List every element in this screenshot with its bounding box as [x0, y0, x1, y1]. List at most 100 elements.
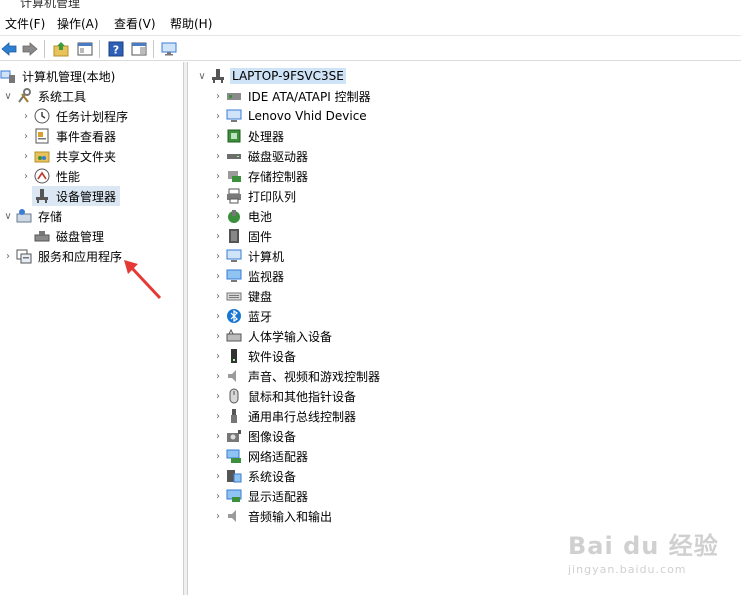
back-icon[interactable] [0, 40, 18, 58]
chevron-right-icon[interactable]: › [20, 146, 32, 166]
device-category-label: 鼠标和其他指针设备 [248, 389, 357, 404]
annotation-arrow [124, 260, 162, 300]
chevron-right-icon[interactable]: › [212, 126, 224, 146]
chevron-right-icon[interactable]: › [20, 166, 32, 186]
device-category-label: 音频输入和输出 [248, 509, 333, 524]
tree-event-viewer[interactable]: › 事件查看器 [20, 126, 118, 146]
title-bar: 计算机管理 [0, 0, 741, 8]
chevron-right-icon[interactable]: › [212, 466, 224, 486]
device-category[interactable]: › 鼠标和其他指针设备 [212, 386, 358, 406]
chevron-right-icon[interactable]: › [20, 106, 32, 126]
up-folder-icon[interactable] [52, 40, 70, 58]
menu-help[interactable]: 帮助(H) [170, 15, 212, 32]
chevron-right-icon[interactable]: › [212, 306, 224, 326]
device-category[interactable]: › 声音、视频和游戏控制器 [212, 366, 382, 386]
device-category-label: 键盘 [248, 289, 273, 304]
device-category[interactable]: › 键盘 [212, 286, 274, 306]
device-category-label: 处理器 [248, 129, 285, 144]
tree-root[interactable]: 计算机管理(本地) [0, 66, 117, 86]
device-category[interactable]: › 软件设备 [212, 346, 298, 366]
device-category[interactable]: › 蓝牙 [212, 306, 274, 326]
usb-icon [226, 408, 242, 424]
chevron-right-icon[interactable]: › [212, 246, 224, 266]
device-category[interactable]: › IDE ATA/ATAPI 控制器 [212, 86, 373, 106]
chevron-right-icon[interactable]: › [212, 446, 224, 466]
chevron-right-icon[interactable]: › [212, 226, 224, 246]
monitor-icon[interactable] [160, 40, 178, 58]
view-icon[interactable] [130, 40, 148, 58]
tree-task-scheduler[interactable]: › 任务计划程序 [20, 106, 130, 126]
toolbar: ? [0, 35, 741, 61]
device-category[interactable]: › 存储控制器 [212, 166, 310, 186]
device-category[interactable]: › 监视器 [212, 266, 286, 286]
device-category[interactable]: › 通用串行总线控制器 [212, 406, 358, 426]
tools-icon [16, 88, 32, 104]
device-category-label: 图像设备 [248, 429, 297, 444]
tree-system-tools[interactable]: ∨ 系统工具 [2, 86, 88, 106]
chevron-right-icon[interactable]: › [20, 126, 32, 146]
device-category[interactable]: › 磁盘驱动器 [212, 146, 310, 166]
disk-drive-icon [226, 148, 242, 164]
device-category[interactable]: › 图像设备 [212, 426, 298, 446]
watermark-main: Bai du 经验 [568, 532, 719, 560]
device-category-label: 计算机 [248, 249, 285, 264]
human-input-icon [226, 328, 242, 344]
chevron-down-icon[interactable]: ∨ [196, 66, 208, 86]
baidu-jingyan-watermark: Bai du 经验 jingyan.baidu.com [568, 526, 728, 580]
chevron-down-icon[interactable]: ∨ [2, 86, 14, 106]
tree-disk-management-label: 磁盘管理 [56, 229, 105, 244]
tree-device-manager[interactable]: 设备管理器 [32, 186, 121, 206]
chevron-right-icon[interactable]: › [212, 286, 224, 306]
ide-controller-icon [226, 88, 242, 104]
camera-icon [226, 428, 242, 444]
chevron-right-icon[interactable]: › [212, 366, 224, 386]
chevron-right-icon[interactable]: › [212, 166, 224, 186]
chevron-right-icon[interactable]: › [212, 406, 224, 426]
device-category[interactable]: › 打印队列 [212, 186, 298, 206]
device-category-label: 人体学输入设备 [248, 329, 333, 344]
chevron-right-icon[interactable]: › [212, 506, 224, 526]
network-adapter-icon [226, 448, 242, 464]
chevron-right-icon[interactable]: › [212, 346, 224, 366]
device-category[interactable]: › 显示适配器 [212, 486, 310, 506]
device-category-label: 打印队列 [248, 189, 297, 204]
print-queue-icon [226, 188, 242, 204]
device-category[interactable]: › 电池 [212, 206, 274, 226]
display-adapter-icon [226, 488, 242, 504]
menu-bar: 文件(F) 操作(A) 查看(V) 帮助(H) [0, 12, 741, 34]
device-category[interactable]: › 计算机 [212, 246, 286, 266]
tree-storage[interactable]: ∨ 存储 [2, 206, 64, 226]
menu-file[interactable]: 文件(F) [5, 15, 45, 32]
tree-shared-folders[interactable]: › 共享文件夹 [20, 146, 118, 166]
chevron-right-icon[interactable]: › [212, 86, 224, 106]
chevron-right-icon[interactable]: › [2, 246, 14, 266]
chevron-right-icon[interactable]: › [212, 386, 224, 406]
properties-icon[interactable] [76, 40, 94, 58]
chevron-right-icon[interactable]: › [212, 146, 224, 166]
menu-action[interactable]: 操作(A) [57, 15, 99, 32]
device-category[interactable]: › 处理器 [212, 126, 286, 146]
tree-disk-management[interactable]: 磁盘管理 [32, 226, 106, 246]
menu-view[interactable]: 查看(V) [114, 15, 156, 32]
device-category[interactable]: › 网络适配器 [212, 446, 310, 466]
chevron-down-icon[interactable]: ∨ [2, 206, 14, 226]
chevron-right-icon[interactable]: › [212, 186, 224, 206]
chevron-right-icon[interactable]: › [212, 486, 224, 506]
chevron-right-icon[interactable]: › [212, 266, 224, 286]
device-category[interactable]: › 音频输入和输出 [212, 506, 334, 526]
help-icon[interactable]: ? [107, 40, 125, 58]
chevron-right-icon[interactable]: › [212, 326, 224, 346]
device-category[interactable]: › 人体学输入设备 [212, 326, 334, 346]
tree-services-apps-label: 服务和应用程序 [38, 249, 123, 264]
monitor-icon [226, 268, 242, 284]
chevron-right-icon[interactable]: › [212, 426, 224, 446]
device-host[interactable]: ∨ LAPTOP-9FSVC3SE [196, 66, 346, 86]
chevron-right-icon[interactable]: › [212, 106, 224, 126]
tree-services-apps[interactable]: › 服务和应用程序 [2, 246, 124, 266]
device-category[interactable]: › 系统设备 [212, 466, 298, 486]
device-category[interactable]: › Lenovo Vhid Device [212, 106, 369, 126]
forward-icon[interactable] [21, 40, 39, 58]
device-category[interactable]: › 固件 [212, 226, 274, 246]
chevron-right-icon[interactable]: › [212, 206, 224, 226]
tree-performance[interactable]: › 性能 [20, 166, 82, 186]
